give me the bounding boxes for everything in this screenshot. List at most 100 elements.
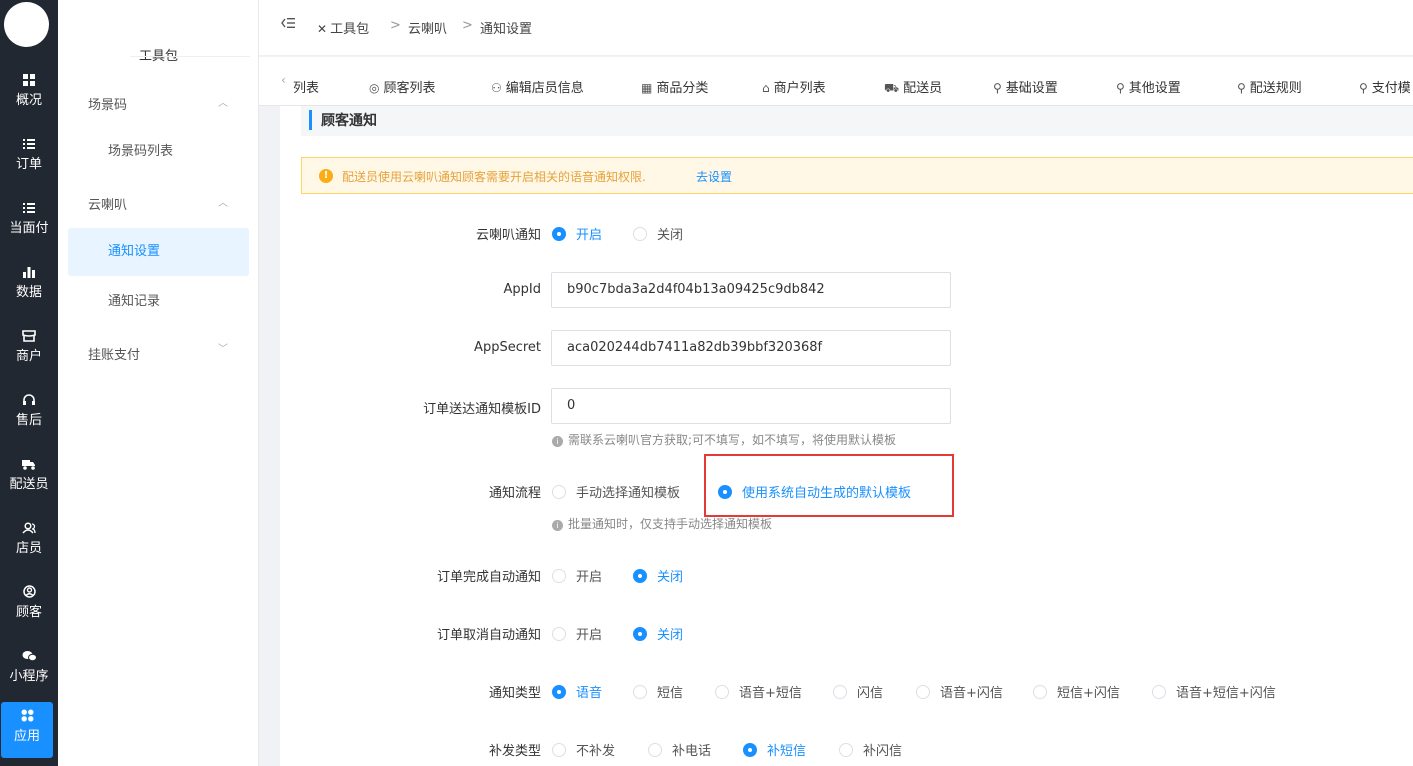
resend-none-radio[interactable]: 不补发: [552, 740, 615, 759]
menu-group-credit-pay[interactable]: 挂账支付: [88, 344, 140, 363]
nav-item-staff[interactable]: 店员: [0, 514, 58, 570]
tab-basic-settings[interactable]: ⚲ 基础设置: [993, 77, 1058, 96]
auto-cancel-label: 订单取消自动通知: [436, 628, 541, 643]
radio-dot: [552, 485, 566, 499]
speaker-notify-label: 云喇叭通知: [475, 228, 541, 243]
nav-label: 商户: [15, 349, 42, 364]
template-id-label: 订单送达通知模板ID: [423, 402, 541, 417]
radio-dot: [633, 627, 647, 641]
auto-complete-label: 订单完成自动通知: [436, 570, 541, 585]
speaker-notify-on-radio[interactable]: 开启: [552, 224, 602, 243]
menu-item-notify-records[interactable]: 通知记录: [68, 278, 249, 326]
flow-hint: i 批量通知时，仅支持手动选择通知模板: [552, 515, 772, 532]
tab-edit-staff[interactable]: ⚇ 编辑店员信息: [491, 77, 584, 96]
headset-icon: [0, 392, 58, 412]
tab-other-settings[interactable]: ⚲ 其他设置: [1116, 77, 1181, 96]
nav-item-overview[interactable]: 概况: [0, 66, 58, 122]
resend-sms-radio[interactable]: 补短信: [743, 740, 806, 759]
user-icon: ⚲: [1116, 81, 1125, 95]
notify-type-sms-radio[interactable]: 短信: [633, 682, 683, 701]
menu-group-cloud-speaker[interactable]: 云喇叭: [88, 194, 127, 213]
chevron-down-icon[interactable]: ﹀: [218, 340, 228, 355]
menu-item-notify-settings[interactable]: 通知设置: [68, 228, 249, 276]
breadcrumb-toolbox[interactable]: ✕ 工具包: [317, 18, 369, 37]
resend-flash-radio[interactable]: 补闪信: [839, 740, 902, 759]
go-settings-link[interactable]: 去设置: [696, 168, 732, 185]
breadcrumb-cloud-speaker[interactable]: 云喇叭: [408, 18, 447, 37]
breadcrumb-notify-settings: 通知设置: [480, 22, 533, 37]
notify-type-all-radio[interactable]: 语音+短信+闪信: [1152, 682, 1276, 701]
collapse-menu-icon[interactable]: [281, 17, 295, 33]
radio-dot: [552, 569, 566, 583]
nav-item-orders[interactable]: 订单: [0, 130, 58, 186]
section-header: 顾客通知: [301, 106, 1413, 136]
resend-call-radio[interactable]: 补电话: [648, 740, 711, 759]
menu-item-scene-code-list[interactable]: 场景码列表: [68, 128, 249, 176]
speaker-notify-off-radio[interactable]: 关闭: [633, 224, 683, 243]
notify-type-voice-flash-radio[interactable]: 语音+闪信: [916, 682, 1003, 701]
nav-item-data[interactable]: 数据: [0, 258, 58, 314]
tab-list[interactable]: 列表: [293, 77, 319, 96]
flow-manual-radio[interactable]: 手动选择通知模板: [552, 482, 680, 501]
list-icon: [0, 136, 58, 156]
radio-dot: [1152, 685, 1166, 699]
info-icon: i: [552, 520, 563, 531]
grid-icon: [0, 72, 58, 92]
avatar[interactable]: [4, 2, 49, 47]
tab-customer-list[interactable]: ◎ 顾客列表: [369, 77, 436, 96]
notify-type-voice-sms-radio[interactable]: 语音+短信: [715, 682, 802, 701]
appsecret-input[interactable]: aca020244db7411a82db39bbf320368f: [551, 330, 951, 366]
nav-label: 订单: [15, 157, 42, 172]
nav-item-apps[interactable]: 应用: [1, 702, 53, 758]
tab-delivery-rules[interactable]: ⚲ 配送规则: [1237, 77, 1302, 96]
resend-type-label: 补发类型: [488, 744, 541, 759]
auto-complete-off-radio[interactable]: 关闭: [633, 566, 683, 585]
nav-item-merchant[interactable]: 商户: [0, 322, 58, 378]
tab-goods-category[interactable]: ▦ 商品分类: [641, 77, 708, 96]
menu-group-scene-code[interactable]: 场景码: [88, 94, 127, 113]
nav-item-courier[interactable]: 配送员: [0, 450, 58, 506]
nav-item-face-pay[interactable]: 当面付: [0, 194, 58, 250]
radio-dot: [916, 685, 930, 699]
nav-label: 售后: [15, 413, 42, 428]
nav-label: 顾客: [15, 605, 42, 620]
radio-dot: [552, 685, 566, 699]
tab-merchant-list[interactable]: ⌂ 商户列表: [762, 77, 826, 96]
chevron-up-icon[interactable]: ︿: [218, 94, 228, 109]
radio-dot: [715, 685, 729, 699]
nav-item-customer[interactable]: 顾客: [0, 578, 58, 634]
chevron-left-icon[interactable]: ‹: [281, 73, 286, 87]
tab-payment[interactable]: ⚲ 支付模: [1359, 77, 1411, 96]
user-icon: ⚲: [1359, 81, 1368, 95]
nav-item-after-sales[interactable]: 售后: [0, 386, 58, 442]
radio-dot: [648, 743, 662, 757]
radio-dot: [552, 627, 566, 641]
tools-icon: ✕: [317, 22, 328, 36]
template-id-input[interactable]: 0: [551, 388, 951, 424]
nav-label: 概况: [15, 93, 42, 108]
appid-label: AppId: [503, 282, 541, 297]
auto-cancel-on-radio[interactable]: 开启: [552, 624, 602, 643]
radio-dot: [1033, 685, 1047, 699]
auto-cancel-off-radio[interactable]: 关闭: [633, 624, 683, 643]
breadcrumb-label: 工具包: [330, 22, 370, 37]
chevron-up-icon[interactable]: ︿: [218, 194, 228, 209]
auto-complete-on-radio[interactable]: 开启: [552, 566, 602, 585]
notify-type-voice-radio[interactable]: 语音: [552, 682, 602, 701]
nav-label: 小程序: [9, 669, 49, 684]
nav-label: 店员: [15, 541, 42, 556]
nav-item-mini-program[interactable]: 小程序: [0, 642, 58, 698]
notify-type-label: 通知类型: [488, 686, 541, 701]
bar-chart-icon: [0, 264, 58, 284]
tab-courier[interactable]: ⛟ 配送员: [884, 77, 942, 97]
radio-dot: [833, 685, 847, 699]
alert-text: 配送员使用云喇叭通知顾客需要开启相关的语音通知权限.: [342, 170, 646, 184]
notify-type-sms-flash-radio[interactable]: 短信+闪信: [1033, 682, 1120, 701]
secondary-menu: 工具包 场景码 ︿ 场景码列表 云喇叭 ︿ 通知设置 通知记录 挂账支付 ﹀: [58, 0, 259, 766]
warning-icon: !: [319, 169, 333, 183]
appid-input[interactable]: b90c7bda3a2d4f04b13a09425c9db842: [551, 272, 951, 308]
delivery-icon: ⛟: [884, 81, 900, 95]
users-icon: [0, 520, 58, 540]
notify-type-flash-radio[interactable]: 闪信: [833, 682, 883, 701]
top-header: ✕ 工具包 > 云喇叭 > 通知设置: [259, 0, 1413, 56]
